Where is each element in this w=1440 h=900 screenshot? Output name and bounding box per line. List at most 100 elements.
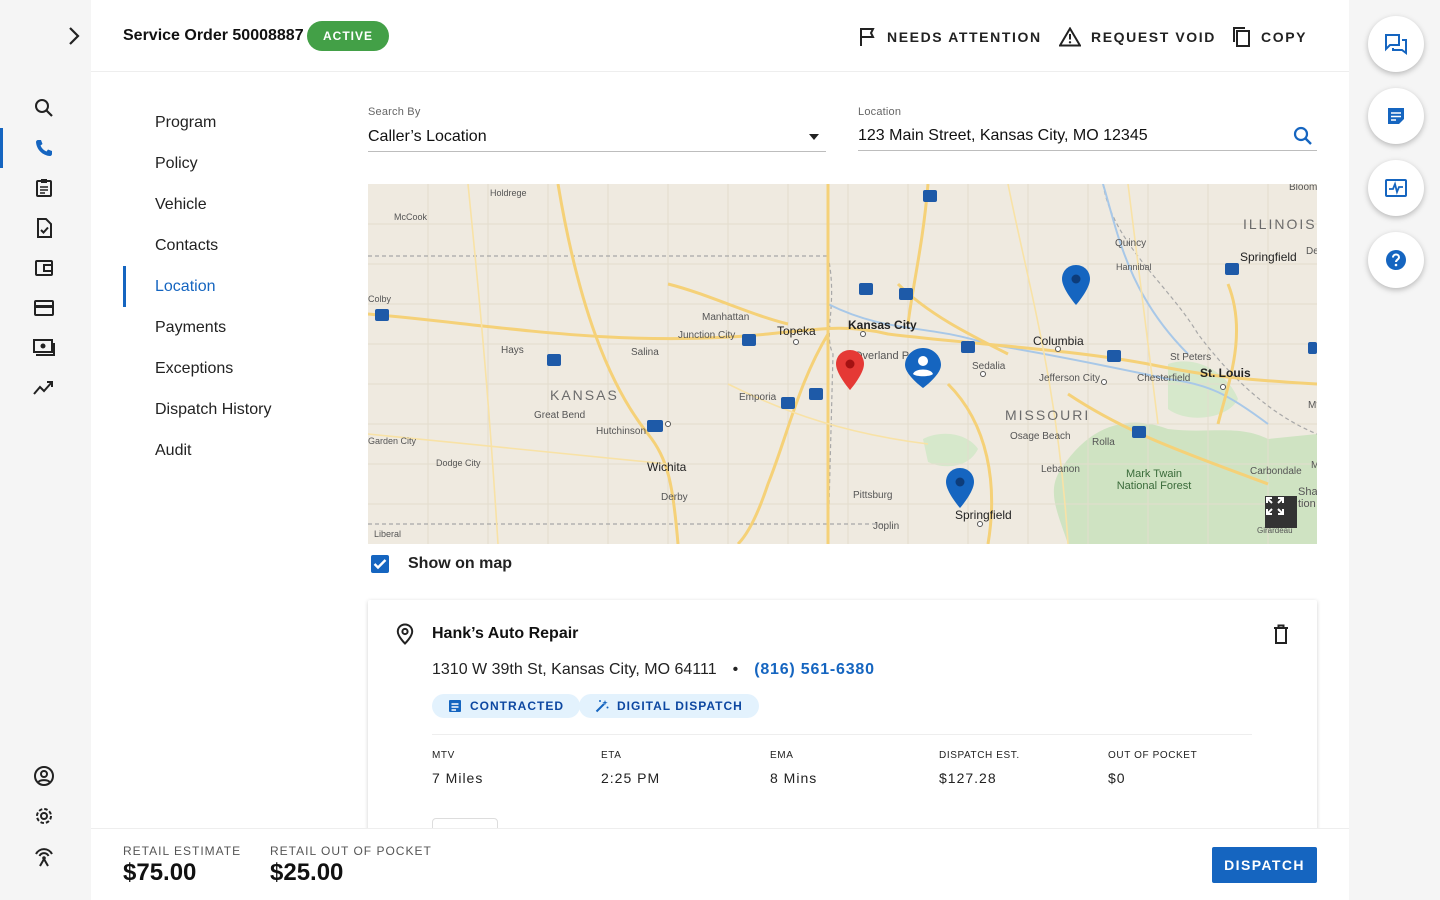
map-city-label: Joplin	[873, 521, 900, 532]
cash-icon[interactable]	[30, 334, 58, 362]
map-city-label: Osage Beach	[1010, 431, 1071, 442]
activity-icon	[1385, 179, 1407, 197]
trending-icon[interactable]	[30, 374, 58, 402]
stat-label: EMA	[770, 750, 794, 761]
page-title: Service Order 50008887	[123, 27, 304, 44]
map-city-label: Pittsburg	[853, 490, 893, 501]
show-on-map-checkbox[interactable]	[371, 555, 389, 573]
copy-button[interactable]: COPY	[1231, 24, 1307, 50]
map-city-label: Chesterfield	[1137, 373, 1191, 384]
section-nav-policy[interactable]: Policy	[123, 143, 333, 184]
section-nav-exceptions[interactable]: Exceptions	[123, 348, 333, 389]
stat-label: ETA	[601, 750, 622, 761]
help-icon	[1386, 250, 1406, 270]
checkmark-icon	[373, 559, 387, 570]
map-state-label: KANSAS	[550, 387, 619, 403]
rail-active-indicator	[0, 128, 3, 168]
map-city-label: Springfield	[955, 508, 1012, 522]
location-input[interactable]: 123 Main Street, Kansas City, MO 12345	[858, 121, 1317, 151]
provider-card[interactable]: Hank’s Auto Repair 1310 W 39th St, Kansa…	[368, 600, 1317, 840]
caller-location-pin-icon[interactable]	[904, 347, 942, 389]
stat-mtv: MTV 7 Miles	[432, 750, 483, 786]
map-city-label: Salina	[631, 347, 659, 358]
map[interactable]: KANSAS MISSOURI ILLINOIS Kansas City Top…	[368, 184, 1317, 544]
warning-icon	[1059, 27, 1081, 47]
section-nav-payments[interactable]: Payments	[123, 307, 333, 348]
stat-value: 2:25 PM	[601, 770, 661, 786]
list-icon	[449, 700, 461, 712]
map-city-label: Mt	[1308, 400, 1317, 411]
map-city-label: M	[1311, 460, 1317, 471]
contracted-tag: CONTRACTED	[432, 694, 580, 718]
section-nav-contacts[interactable]: Contacts	[123, 225, 333, 266]
needs-attention-label: NEEDS ATTENTION	[887, 29, 1042, 45]
map-city-label: Sedalia	[972, 361, 1006, 372]
clipboard-icon[interactable]	[30, 174, 58, 202]
search-icon[interactable]	[30, 94, 58, 122]
map-city-label: Great Bend	[534, 410, 586, 421]
activity-button[interactable]	[1368, 160, 1424, 216]
trash-icon[interactable]	[1273, 624, 1289, 644]
section-nav-audit[interactable]: Audit	[123, 430, 333, 471]
map-city-label: Hutchinson	[596, 426, 647, 437]
top-bar: Service Order 50008887 ACTIVE NEEDS ATTE…	[91, 0, 1349, 72]
map-city-label: Emporia	[739, 392, 777, 403]
credit-card-icon[interactable]	[30, 294, 58, 322]
copy-icon	[1233, 27, 1250, 47]
account-icon[interactable]	[30, 762, 58, 790]
broadcast-icon[interactable]	[30, 842, 58, 870]
contracted-tag-label: CONTRACTED	[470, 699, 564, 713]
map-city-label: Quincy	[1115, 238, 1147, 249]
fullscreen-button[interactable]	[1265, 496, 1297, 528]
wallet-icon[interactable]	[30, 254, 58, 282]
stat-ema: EMA 8 Mins	[770, 750, 817, 786]
magic-wand-icon	[595, 700, 609, 713]
provider-pin-icon[interactable]	[945, 467, 975, 509]
map-city-label: Dodge City	[436, 458, 481, 468]
request-void-button[interactable]: REQUEST VOID	[1059, 24, 1216, 50]
map-city-label: Kansas City	[848, 318, 917, 332]
search-by-select[interactable]: Caller’s Location	[368, 122, 826, 152]
map-city-label: Bloom	[1289, 184, 1317, 193]
notes-button[interactable]	[1368, 88, 1424, 144]
map-city-label: Columbia	[1033, 334, 1084, 348]
stat-value: 7 Miles	[432, 770, 484, 786]
map-state-label: ILLINOIS	[1243, 216, 1317, 232]
map-city-label: Rolla	[1092, 437, 1115, 448]
map-city-label: De	[1306, 246, 1317, 257]
search-by-label: Search By	[368, 106, 421, 118]
checklist-icon[interactable]	[30, 214, 58, 242]
location-value: 123 Main Street, Kansas City, MO 12345	[858, 126, 1148, 144]
left-rail	[0, 0, 88, 900]
expand-chevron-icon[interactable]	[60, 22, 88, 50]
map-city-label: Hannibal	[1116, 262, 1152, 272]
map-city-label: St Peters	[1170, 352, 1212, 363]
separator-dot: •	[732, 661, 739, 678]
map-city-label: McCook	[394, 212, 428, 222]
section-nav-program[interactable]: Program	[123, 102, 333, 143]
section-nav-vehicle[interactable]: Vehicle	[123, 184, 333, 225]
location-label: Location	[858, 106, 902, 118]
phone-icon[interactable]	[30, 134, 58, 162]
gear-icon[interactable]	[30, 802, 58, 830]
fullscreen-icon	[1266, 497, 1284, 515]
section-nav-location[interactable]: Location	[123, 266, 333, 307]
provider-pin-icon[interactable]	[1061, 264, 1091, 306]
search-icon[interactable]	[1293, 126, 1313, 146]
digital-dispatch-tag-label: DIGITAL DISPATCH	[617, 699, 743, 713]
help-button[interactable]	[1368, 232, 1424, 288]
dispatch-button[interactable]: DISPATCH	[1212, 847, 1317, 883]
map-city-label: Garden City	[368, 436, 417, 446]
stat-label: DISPATCH EST.	[939, 750, 1020, 761]
provider-address-row: 1310 W 39th St, Kansas City, MO 64111 • …	[432, 661, 875, 679]
chat-icon	[1385, 34, 1407, 55]
provider-phone-link[interactable]: (816) 561-6380	[754, 661, 875, 679]
stat-eta: ETA 2:25 PM	[601, 750, 660, 786]
retail-oop-value: $25.00	[270, 859, 344, 886]
selected-location-pin-icon[interactable]	[835, 349, 865, 391]
map-city-label: tion	[1298, 498, 1316, 510]
chat-button[interactable]	[1368, 16, 1424, 72]
needs-attention-button[interactable]: NEEDS ATTENTION	[859, 24, 1042, 50]
search-by-value: Caller’s Location	[368, 127, 487, 145]
section-nav-dispatch-history[interactable]: Dispatch History	[123, 389, 333, 430]
